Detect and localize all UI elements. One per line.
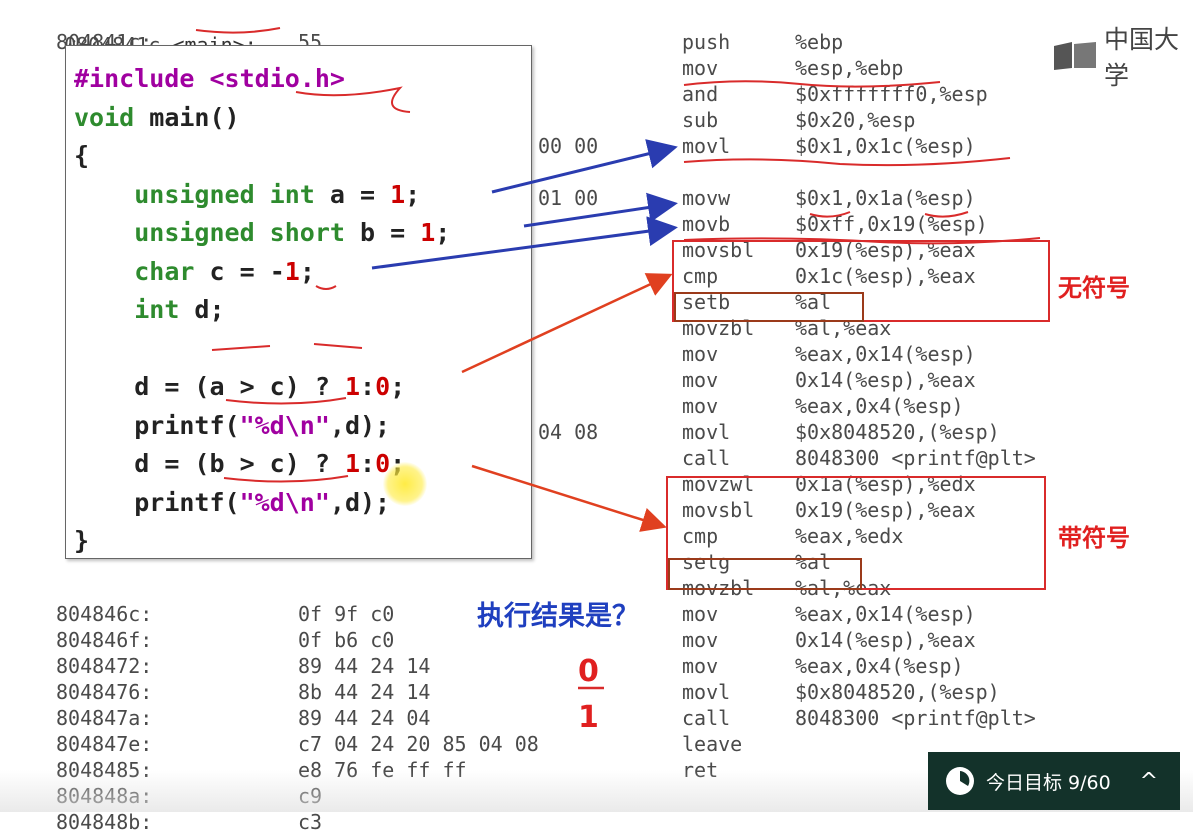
arrow-c [371,216,678,270]
underline-movl [683,157,1011,167]
address-cell: 804848b: [56,810,153,834]
arrow-expr1 [461,273,673,374]
underline-main [195,27,281,34]
bytes-cell: c3 [298,810,323,834]
chevron-up-icon[interactable]: ^ [1140,769,1158,794]
scribble-bits [211,343,363,351]
arrow-a [491,139,678,194]
daily-goal-label: 今日目标 9/60 [986,771,1111,794]
annotation-overlay [195,27,1041,690]
underline-bc [223,475,349,483]
underline-movw [809,211,969,218]
underline-ac [225,397,347,405]
arrow-expr2 [471,464,667,532]
underline-mov [683,80,941,88]
progress-ring-icon [946,767,974,795]
underline-movb [683,237,1041,245]
underline-minus-one [315,285,337,290]
underline-stdio [295,86,411,113]
arrow-b [523,192,678,228]
daily-goal-bar[interactable]: 今日目标 9/60 ^ [928,752,1180,810]
